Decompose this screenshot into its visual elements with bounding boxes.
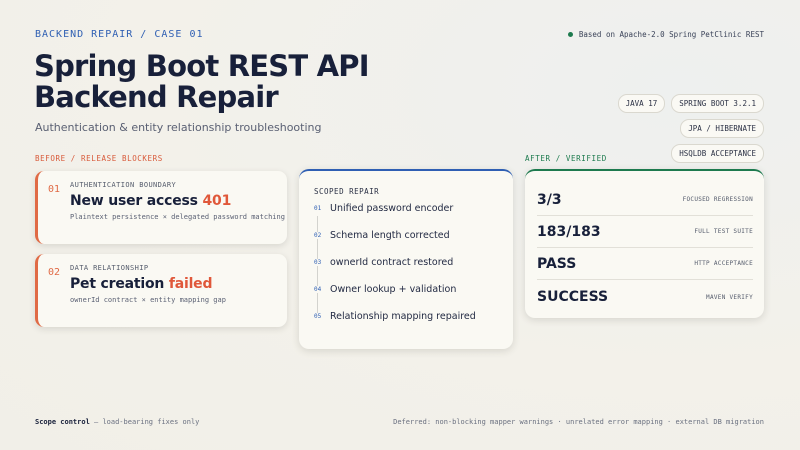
scope-rest: — load-bearing fixes only (89, 418, 200, 426)
verified-row: PASS HTTP ACCEPTANCE (537, 248, 753, 280)
step-text: Schema length corrected (330, 230, 450, 241)
verified-row: 183/183 FULL TEST SUITE (537, 216, 753, 248)
blocker-card-data: 02 DATA RELATIONSHIP Pet creation failed… (35, 254, 287, 327)
repair-step: 03 ownerId contract restored (314, 257, 453, 268)
verified-value: 3/3 (537, 191, 562, 208)
verified-value: SUCCESS (537, 289, 609, 305)
scoped-repair-card: SCOPED REPAIR 01 Unified password encode… (299, 169, 513, 349)
blocker-number: 02 (48, 267, 61, 278)
step-text: Relationship mapping repaired (330, 311, 476, 322)
headline-highlight: failed (168, 276, 213, 292)
source-note: Based on Apache-2.0 Spring PetClinic RES… (567, 30, 764, 39)
step-number: 04 (314, 286, 330, 293)
headline-highlight: 401 (202, 193, 232, 209)
verified-value: PASS (537, 255, 577, 272)
headline-text: Pet creation (70, 276, 169, 292)
blocker-card-auth: 01 AUTHENTICATION BOUNDARY New user acce… (35, 171, 287, 244)
step-number: 03 (314, 259, 330, 266)
step-number: 01 (314, 205, 330, 212)
scope-note: Scope control — load-bearing fixes only (35, 418, 199, 426)
blocker-detail: ownerId contract × entity mapping gap (70, 296, 226, 304)
verified-row: 3/3 FOCUSED REGRESSION (537, 184, 753, 216)
blocker-detail: Plaintext persistence × delegated passwo… (70, 213, 285, 221)
verified-label: HTTP ACCEPTANCE (694, 260, 753, 267)
repair-step: 05 Relationship mapping repaired (314, 311, 476, 322)
scope-bold: Scope control (35, 418, 90, 426)
title-line-2: Backend Repair (34, 80, 279, 114)
deferred-note: Deferred: non-blocking mapper warnings ·… (393, 418, 764, 426)
repair-step: 04 Owner lookup + validation (314, 284, 456, 295)
verified-label: FULL TEST SUITE (694, 228, 753, 235)
verified-label: FOCUSED REGRESSION (682, 196, 753, 203)
blocker-headline: New user access 401 (70, 193, 231, 209)
blocker-kicker: DATA RELATIONSHIP (70, 264, 149, 272)
verified-label: MAVEN VERIFY (706, 293, 753, 301)
repair-label: SCOPED REPAIR (314, 187, 380, 196)
verified-value: 183/183 (537, 223, 601, 240)
verified-row: SUCCESS MAVEN VERIFY (537, 281, 753, 313)
case-eyebrow: BACKEND REPAIR / CASE 01 (35, 29, 204, 40)
blocker-number: 01 (48, 184, 61, 195)
chip-java: JAVA 17 (617, 94, 666, 113)
title-line-1: Spring Boot REST API (34, 49, 370, 83)
headline-text: New user access (70, 193, 203, 209)
source-text: Based on Apache-2.0 Spring PetClinic RES… (578, 30, 764, 39)
step-text: ownerId contract restored (330, 257, 454, 268)
blocker-headline: Pet creation failed (70, 276, 212, 292)
after-label: AFTER / VERIFIED (525, 154, 607, 163)
blocker-kicker: AUTHENTICATION BOUNDARY (70, 181, 177, 189)
step-text: Owner lookup + validation (330, 284, 457, 295)
page-subtitle: Authentication & entity relationship tro… (35, 121, 322, 134)
before-label: BEFORE / RELEASE BLOCKERS (35, 154, 163, 163)
chip-jpa: JPA / HIBERNATE (680, 119, 764, 138)
status-dot-icon (567, 32, 573, 37)
verified-card: 3/3 FOCUSED REGRESSION 183/183 FULL TEST… (525, 169, 764, 318)
chip-spring-boot: SPRING BOOT 3.2.1 (671, 94, 764, 113)
page-title: Spring Boot REST API Backend Repair (34, 49, 370, 114)
step-number: 02 (314, 232, 330, 239)
chip-hsqldb: HSQLDB ACCEPTANCE (671, 144, 764, 163)
step-text: Unified password encoder (330, 203, 454, 214)
step-number: 05 (314, 313, 330, 320)
repair-step: 01 Unified password encoder (314, 203, 453, 214)
tech-chips: JAVA 17 SPRING BOOT 3.2.1 JPA / HIBERNAT… (584, 94, 764, 163)
repair-step: 02 Schema length corrected (314, 230, 450, 241)
